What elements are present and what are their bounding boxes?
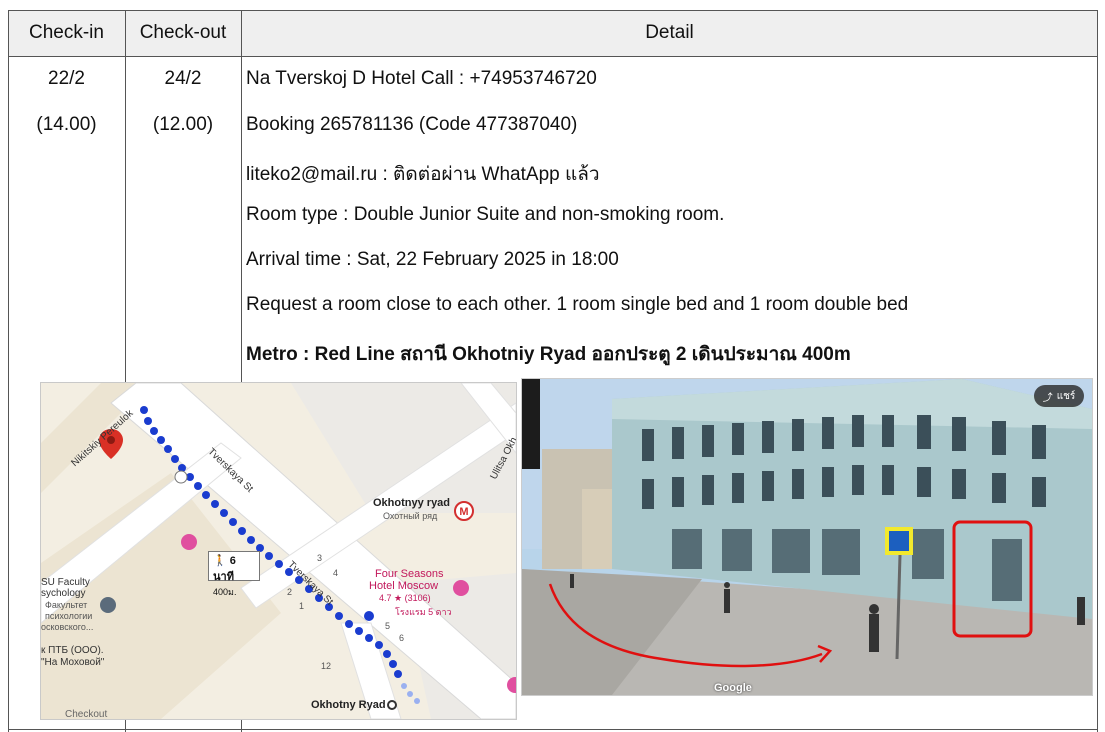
checkin-time: (14.00) — [36, 114, 97, 135]
grid-line-top — [8, 10, 1098, 11]
header-checkout: Check-out — [139, 22, 227, 43]
checkout-time: (12.00) — [152, 114, 214, 135]
exit-number-5: 5 — [385, 621, 391, 631]
grid-line-right — [1097, 10, 1098, 732]
faculty-label-1: SU Faculty — [41, 577, 90, 588]
checkout-date: 24/2 — [164, 68, 202, 89]
hotel-name: Four Seasons — [375, 568, 444, 580]
detail-metro: Metro : Red Line สถานี Okhotniy Ryad ออก… — [246, 344, 851, 365]
header-detail: Detail — [645, 22, 694, 43]
svg-text:M: M — [459, 506, 468, 518]
detail-booking: Booking 265781136 (Code 477387040) — [246, 114, 578, 135]
exit-number-2: 2 — [287, 587, 293, 597]
detail-request: Request a room close to each other. 1 ro… — [246, 294, 909, 315]
station-name: Okhotnyy ryad — [373, 497, 451, 509]
detail-email: liteko2@mail.ru : ติดต่อผ่าน WhatApp แล้… — [246, 164, 600, 185]
grid-line-col2 — [241, 10, 242, 382]
faculty-label-4: психологии — [45, 611, 93, 621]
partial-label: Checkout — [65, 709, 108, 720]
share-button[interactable]: ⤴ แชร์ — [1034, 385, 1084, 407]
detail-room-type: Room type : Double Junior Suite and non-… — [246, 204, 725, 225]
bottom-station: Okhotny Ryad — [311, 699, 386, 711]
hotel-name-2: Hotel Moscow — [369, 580, 439, 592]
faculty-label-2: sychology — [41, 588, 86, 599]
grid-line-col1-bottom — [125, 718, 126, 732]
grid-line-col1 — [125, 10, 126, 382]
grid-line-col2-bottom — [241, 718, 242, 732]
exit-number-6: 6 — [399, 633, 405, 643]
exit-number-4: 4 — [333, 568, 339, 578]
checkin-date: 22/2 — [48, 68, 85, 89]
exit-number-3: 3 — [317, 553, 323, 563]
ptb-label-1: к ПТБ (ООО). — [41, 645, 104, 656]
exit-number-1: 1 — [299, 601, 305, 611]
ptb-label-2: "На Моховой" — [41, 657, 105, 668]
header-checkin: Check-in — [29, 22, 104, 43]
station-name-ru: Охотный ряд — [383, 511, 438, 521]
google-watermark: Google — [714, 682, 752, 694]
detail-arrival-time: Arrival time : Sat, 22 February 2025 in … — [246, 249, 619, 270]
street-view-photo: ⤴ แชร์ Google — [521, 378, 1093, 696]
faculty-label-3: Факультет — [45, 600, 88, 610]
detail-hotel-call: Na Tverskoj D Hotel Call : +74953746720 — [246, 68, 597, 89]
grid-line-header — [8, 56, 1098, 57]
hotel-class: โรงแรม 5 ดาว — [395, 607, 452, 617]
exit-number-12: 12 — [321, 661, 332, 671]
faculty-label-5: осковского... — [41, 622, 94, 632]
photo-graphic — [522, 379, 1092, 695]
route-map: M Tverskaya St Tverskaya St Ulitsa Okh N… — [40, 382, 517, 720]
walk-time-box: 🚶 6 นาที 400ม. — [208, 551, 260, 597]
walk-distance: 400ม. — [213, 587, 237, 597]
share-label: แชร์ — [1056, 390, 1076, 402]
grid-line-bottom — [8, 729, 1098, 730]
walk-icon: 🚶 — [213, 555, 227, 567]
hotel-rating: 4.7 ★ (3106) — [379, 593, 431, 603]
share-icon: ⤴ — [1042, 392, 1053, 404]
